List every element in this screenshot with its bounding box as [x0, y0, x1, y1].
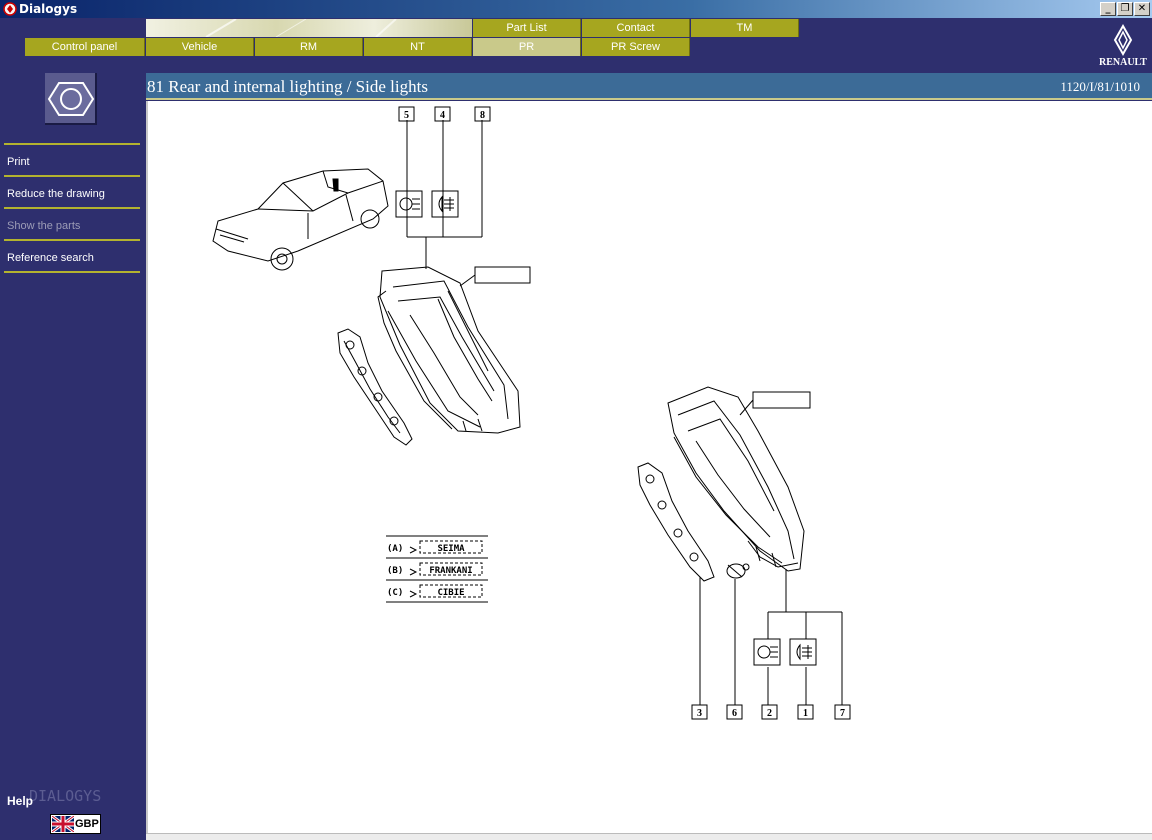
dialogys-watermark: DIALOGYS	[29, 787, 102, 805]
window-title: Dialogys	[19, 2, 78, 16]
parts-diagram: 5 4 8 3 6 2 1 7 (A) (B) (C) SEIMA FRANKA…	[212, 106, 851, 720]
header-pattern	[205, 18, 397, 38]
currency-code: GBP	[75, 818, 99, 830]
help-link[interactable]: Help	[7, 794, 33, 808]
sidebar-item-show-parts: Show the parts	[4, 207, 140, 239]
tab-control-panel[interactable]: Control panel	[25, 38, 145, 56]
legend-maker: SEIMA	[437, 544, 465, 554]
dialogys-window: Dialogys _ ❐ ✕ Part List Contact TM Cont…	[0, 0, 1152, 840]
callout-number[interactable]: 2	[767, 708, 772, 719]
callout-number[interactable]: 8	[480, 110, 485, 121]
upper-rear-lamp	[377, 266, 521, 434]
legend-maker: CIBIE	[437, 588, 464, 598]
minimize-button[interactable]: _	[1100, 2, 1116, 16]
tab-pr[interactable]: PR	[473, 38, 581, 56]
lower-bulb-holder	[637, 462, 715, 582]
legend-key: (B)	[387, 566, 403, 576]
drawing-reference: 1120/I/81/1010	[1060, 79, 1140, 94]
uk-flag-icon	[52, 816, 74, 832]
callout-number[interactable]: 5	[404, 110, 409, 121]
renault-diamond-icon	[1113, 23, 1133, 57]
callout-number[interactable]: 6	[732, 708, 737, 719]
tab-nt[interactable]: NT	[364, 38, 472, 56]
tab-part-list[interactable]: Part List	[473, 19, 581, 37]
header-decoration	[146, 18, 472, 38]
legend-key: (A)	[387, 544, 403, 554]
sidebar-item-print[interactable]: Print	[4, 143, 140, 175]
page-title: 81 Rear and internal lighting / Side lig…	[147, 77, 428, 96]
upper-part-label-box	[474, 266, 531, 284]
app-icon	[3, 2, 17, 16]
bulb-socket	[726, 563, 750, 579]
sidebar-item-reduce-drawing[interactable]: Reduce the drawing	[4, 175, 140, 207]
tab-tm[interactable]: TM	[691, 19, 799, 37]
callout-number[interactable]: 7	[840, 708, 845, 719]
tab-contact[interactable]: Contact	[582, 19, 690, 37]
window-title-bar[interactable]: Dialogys _ ❐ ✕	[0, 0, 1152, 18]
bottom-callout-lines	[699, 569, 843, 705]
car-illustration	[212, 168, 389, 271]
tab-rm[interactable]: RM	[255, 38, 363, 56]
legend-maker: FRANKANI	[429, 566, 472, 576]
callout-number[interactable]: 4	[440, 110, 445, 121]
exploded-drawing-canvas[interactable]: 5 4 8 3 6 2 1 7 (A) (B) (C) SEIMA FRANKA…	[146, 101, 1152, 833]
close-button[interactable]: ✕	[1134, 2, 1150, 16]
currency-selector[interactable]: GBP	[50, 814, 101, 834]
lower-rear-lamp	[667, 386, 805, 572]
hex-nut-icon	[47, 82, 95, 116]
status-strip	[146, 833, 1152, 840]
callout-number[interactable]: 3	[697, 708, 702, 719]
content-title-bar: 81 Rear and internal lighting / Side lig…	[146, 73, 1152, 100]
app-header: Part List Contact TM Control panel Vehic…	[0, 18, 1152, 73]
tab-vehicle[interactable]: Vehicle	[146, 38, 254, 56]
top-callout-lines	[406, 120, 483, 269]
callout-number[interactable]: 1	[803, 708, 808, 719]
renault-wordmark: RENAULT	[1099, 57, 1147, 68]
renault-logo: RENAULT	[1094, 22, 1152, 70]
part-category-thumbnail	[45, 73, 97, 125]
sidebar: Print Reduce the drawing Show the parts …	[0, 73, 146, 840]
restore-button[interactable]: ❐	[1117, 2, 1133, 16]
legend-key: (C)	[387, 588, 403, 598]
lower-part-label-box	[752, 391, 811, 409]
sidebar-item-reference-search[interactable]: Reference search	[4, 239, 140, 273]
tab-pr-screw[interactable]: PR Screw	[582, 38, 690, 56]
